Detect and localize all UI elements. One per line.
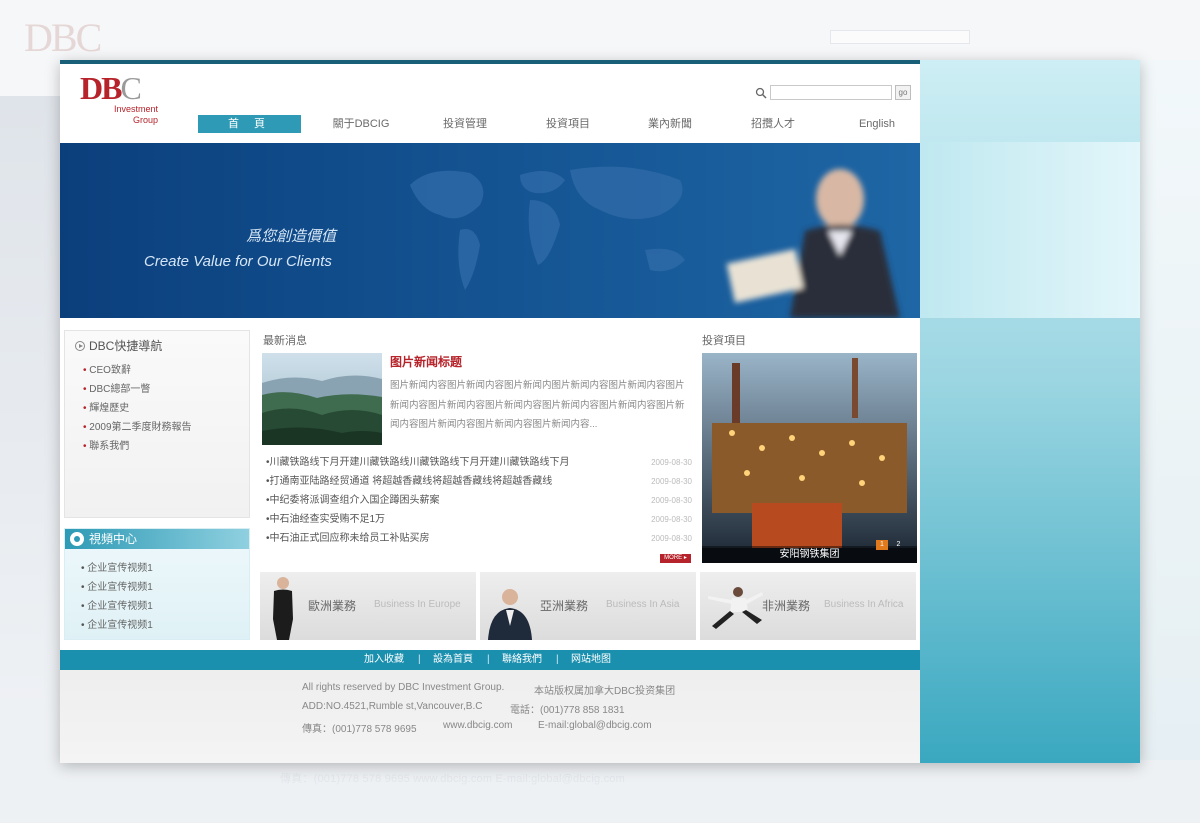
project-photo-oil-rig[interactable]: [702, 353, 917, 563]
news-list-item[interactable]: •川藏铁路线下月开建川藏铁路线川藏铁路线下月开建川藏铁路线下月 2009-08-3…: [266, 453, 692, 472]
news-list: •川藏铁路线下月开建川藏铁路线川藏铁路线下月开建川藏铁路线下月 2009-08-3…: [266, 453, 692, 548]
news-list-item[interactable]: •中纪委将派调查组介入国企蹲困头薪案 2009-08-30: [266, 491, 692, 510]
footer-copyright-cn: 本站版权属加拿大DBC投资集团: [534, 686, 676, 697]
dbc-logo[interactable]: DBC Investment Group: [80, 72, 160, 132]
quick-nav-title: DBC快捷導航: [75, 337, 162, 354]
footer: All rights reserved by DBC Investment Gr…: [60, 670, 920, 763]
business-asia-title: 亞洲業務: [540, 599, 589, 613]
businesswoman-figure: [273, 577, 293, 640]
video-item[interactable]: 企业宣传视频1: [81, 578, 153, 597]
project-section-title: 投資項目: [702, 335, 746, 347]
nav-industry-news[interactable]: 業內新聞: [625, 115, 715, 133]
news-list-item[interactable]: •中石油经查实受贿不足1万 2009-08-30: [266, 510, 692, 529]
video-center-header: 視頻中心: [65, 529, 249, 549]
right-teal-panel: [920, 60, 1140, 763]
arrow-circle-icon: [75, 341, 85, 351]
footer-link-sitemap[interactable]: 网站地图: [571, 650, 611, 670]
nav-english[interactable]: English: [832, 115, 922, 133]
page-card: DBC Investment Group go 首 頁 關于DBCIG 投資管理…: [60, 60, 1140, 763]
nav-investment-projects[interactable]: 投資項目: [523, 115, 613, 133]
footer-link-favorite[interactable]: 加入收藏: [364, 650, 404, 670]
nav-about[interactable]: 關于DBCIG: [316, 115, 406, 133]
news-list-item[interactable]: •打通南亚陆路经贸通道 将超越香藏线将超越香藏线将超越香藏线 2009-08-30: [266, 472, 692, 491]
business-asia-card[interactable]: 亞洲業務 Business In Asia: [480, 572, 696, 640]
news-list-item[interactable]: •中石油正式回应称未给员工补贴买房 2009-08-30: [266, 529, 692, 548]
pager-page-1[interactable]: 1: [876, 540, 888, 550]
news-section-title: 最新消息: [263, 335, 307, 347]
business-africa-title: 非洲業務: [762, 599, 811, 613]
video-item[interactable]: 企业宣传视频1: [81, 559, 153, 578]
business-africa-subtitle: Business In Africa: [824, 599, 904, 610]
quick-nav-item[interactable]: DBC總部一瞥: [83, 380, 192, 399]
banner-slogan-cn: 爲您創造價值: [246, 228, 337, 245]
hero-banner: 爲您創造價值 Create Value for Our Clients: [60, 143, 920, 318]
logo-subtitle-group: Group: [132, 115, 158, 125]
search-input[interactable]: [770, 85, 892, 100]
quick-nav-item[interactable]: 聯系我們: [83, 437, 192, 456]
ghost-footer-text: 傳真：(001)778 578 9695 www.dbcig.com E-mai…: [280, 773, 625, 785]
footer-email-link[interactable]: E-mail:global@dbcig.com: [538, 720, 652, 731]
quick-nav-item[interactable]: 2009第二季度財務報告: [83, 418, 191, 437]
business-europe-card[interactable]: 歐洲業務 Business In Europe: [260, 572, 476, 640]
footer-website-link[interactable]: www.dbcig.com: [443, 720, 512, 731]
video-item[interactable]: 企业宣传视频1: [81, 597, 153, 616]
nav-investment-management[interactable]: 投資管理: [420, 115, 510, 133]
background-left: [0, 96, 60, 716]
news-more-button[interactable]: MORE ▸: [660, 554, 691, 563]
banner-slogan-en: Create Value for Our Clients: [144, 253, 332, 270]
nav-careers[interactable]: 招攬人才: [728, 115, 818, 133]
ghost-search-box: [830, 30, 970, 44]
business-europe-subtitle: Business In Europe: [374, 599, 461, 610]
footer-nav: 加入收藏 | 設為首頁 | 聯絡我們 | 网站地图: [60, 650, 920, 670]
logo-wordmark: DBC: [80, 70, 142, 106]
business-africa-card[interactable]: 非洲業務 Business In Africa: [700, 572, 916, 640]
quick-nav-item[interactable]: 輝煌歷史: [83, 399, 192, 418]
businessman-photo: [726, 169, 900, 318]
business-asia-subtitle: Business In Asia: [606, 599, 680, 610]
project-pager: 1 2: [876, 533, 904, 551]
quick-nav-item[interactable]: CEO致辭: [83, 361, 192, 380]
video-center-panel: 視頻中心 企业宣传视频1 企业宣传视频1 企业宣传视频1 企业宣传视频1: [64, 528, 250, 640]
news-photo-landscape[interactable]: [262, 353, 382, 445]
film-reel-icon: [70, 532, 84, 546]
search-icon: [755, 87, 767, 99]
news-headline[interactable]: 图片新闻标题: [390, 353, 462, 370]
nav-home[interactable]: 首 頁: [198, 115, 301, 133]
search-go-button[interactable]: go: [895, 85, 911, 100]
video-item[interactable]: 企业宣传视频1: [81, 616, 153, 635]
footer-phone: 電話：(001)778 858 1831: [510, 705, 625, 716]
business-europe-title: 歐洲業務: [308, 599, 357, 613]
world-map-graphic: [410, 166, 685, 290]
running-businessman-figure: [708, 587, 763, 629]
footer-link-contact[interactable]: 聯絡我們: [502, 650, 542, 670]
footer-link-homepage[interactable]: 設為首頁: [433, 650, 473, 670]
news-summary: 图片新闻内容图片新闻内容图片新闻内图片新闻内容图片新闻内容图片新闻内容图片新闻内…: [390, 380, 685, 430]
business-strip: 歐洲業務 Business In Europe 亞洲業務 Business In…: [260, 572, 916, 640]
background-right-strip: [1140, 60, 1200, 760]
pager-page-2[interactable]: 2: [892, 540, 904, 550]
footer-copyright: All rights reserved by DBC Investment Gr…: [302, 682, 505, 693]
businessman-figure: [488, 589, 532, 640]
quick-nav-panel: DBC快捷導航 CEO致辭 DBC總部一瞥 輝煌歷史 2009第二季度財務報告 …: [64, 330, 250, 518]
footer-fax: 傳真：(001)778 578 9695: [302, 724, 417, 735]
ghost-logo: DBC: [24, 15, 102, 60]
footer-address: ADD:NO.4521,Rumble st,Vancouver,B.C: [302, 701, 483, 712]
